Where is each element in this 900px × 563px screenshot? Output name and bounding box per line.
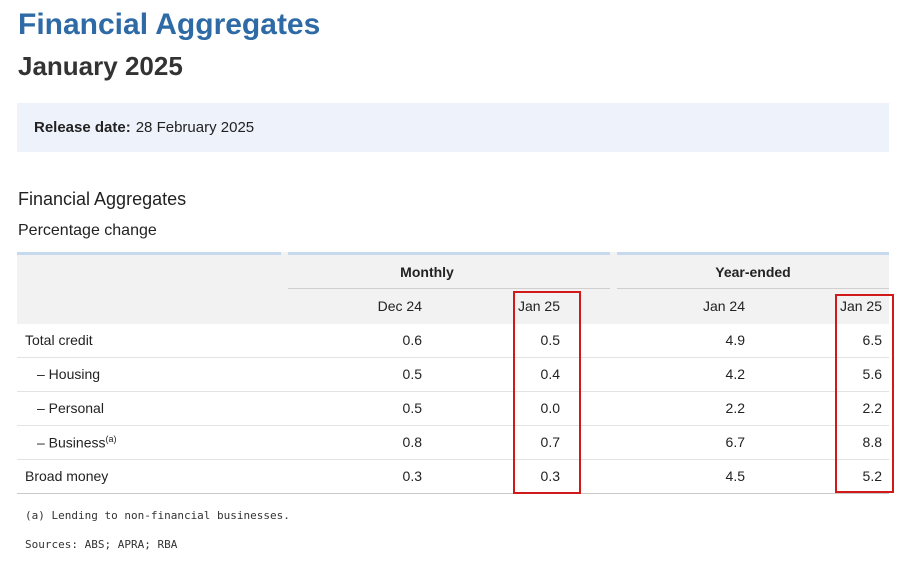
cell-value: 5.6 [862,366,882,382]
cell-value: 6.5 [862,332,882,348]
table-row: Total credit 0.6 0.5 4.9 6.5 [17,324,889,358]
cell-value: 2.2 [862,400,882,416]
column-header-jan-24: Jan 24 [702,298,745,314]
group-divider [288,288,610,289]
row-label: – Business(a) [37,434,116,451]
cell-value: 6.7 [725,434,745,450]
page-subtitle: January 2025 [18,51,183,81]
cell-value: 0.4 [540,366,560,382]
footnote-marker: (a) [105,434,117,444]
cell-value: 0.0 [540,400,560,416]
column-header-jan-25-year-ended: Jan 25 [839,298,882,314]
cell-value: 0.5 [402,366,422,382]
header-accent-bar [617,252,889,255]
group-header-monthly: Monthly [400,264,454,280]
header-accent-bar [17,252,281,255]
cell-value: 8.8 [862,434,882,450]
cell-value: 4.2 [725,366,745,382]
cell-value: 0.3 [540,468,560,484]
cell-value: 5.2 [862,468,882,484]
cell-value: 4.9 [725,332,745,348]
header-accent-bar [288,252,610,255]
release-info-box: Release date: 28 February 2025 [17,103,889,152]
row-label: Broad money [25,468,109,484]
column-header-dec-24: Dec 24 [377,298,422,314]
table-header: Monthly Year-ended Dec 24 Jan 25 Jan 24 … [17,252,889,324]
cell-value: 0.3 [402,468,422,484]
table-title: Financial Aggregates [18,189,187,209]
release-date-value: 28 February 2025 [135,119,255,136]
table-row: – Business(a) 0.8 0.7 6.7 8.8 [17,426,889,460]
row-label: Total credit [25,332,93,348]
row-label: – Personal [37,400,104,416]
table-row: – Personal 0.5 0.0 2.2 2.2 [17,392,889,426]
financial-aggregates-table: Monthly Year-ended Dec 24 Jan 25 Jan 24 … [17,252,889,494]
table-row: Broad money 0.3 0.3 4.5 5.2 [17,460,889,494]
cell-value: 0.6 [402,332,422,348]
cell-value: 2.2 [725,400,745,416]
page-title: Financial Aggregates [18,8,321,41]
table-row: – Housing 0.5 0.4 4.2 5.6 [17,358,889,392]
release-date-label: Release date: [34,119,131,136]
row-label-text: – Business [37,434,106,451]
column-header-jan-25-monthly: Jan 25 [517,298,560,314]
group-divider [617,288,889,289]
cell-value: 0.5 [540,332,560,348]
cell-value: 0.5 [402,400,422,416]
table-subtitle: Percentage change [18,222,157,239]
group-header-year-ended: Year-ended [715,264,791,280]
footnote-text: (a) Lending to non-financial businesses. [25,509,290,522]
sources-text: Sources: ABS; APRA; RBA [25,538,178,551]
cell-value: 0.7 [540,434,560,450]
cell-value: 4.5 [725,468,745,484]
cell-value: 0.8 [402,434,422,450]
row-label: – Housing [37,366,101,382]
